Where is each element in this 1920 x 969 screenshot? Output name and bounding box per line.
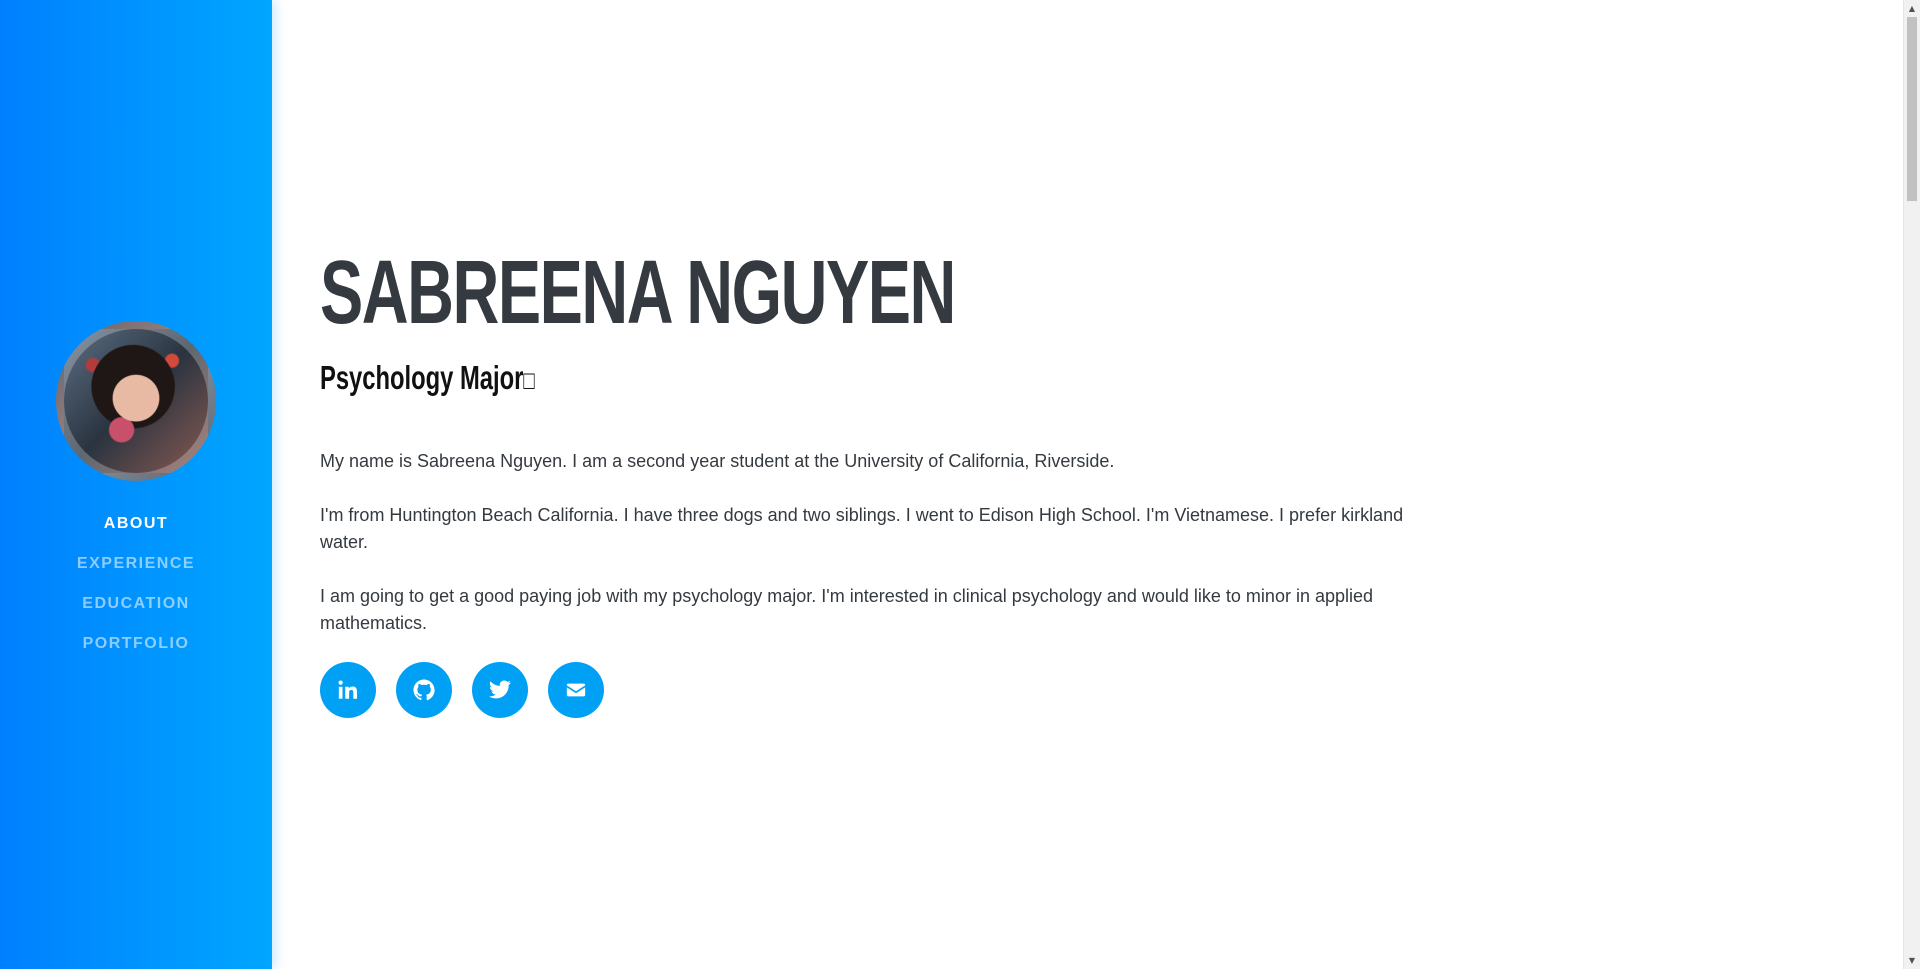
github-button[interactable] (396, 662, 452, 718)
envelope-icon (566, 683, 586, 697)
bio: My name is Sabreena Nguyen. I am a secon… (320, 448, 1420, 664)
subtitle: Psychology Major□ (320, 358, 535, 400)
profile-avatar (56, 321, 216, 481)
bio-paragraph: I am going to get a good paying job with… (320, 586, 1374, 633)
social-links (320, 662, 604, 718)
subtitle-text: Psychology Major (320, 359, 524, 396)
github-icon (413, 679, 435, 701)
twitter-icon (489, 680, 511, 699)
sidebar: ABOUT EXPERIENCE EDUCATION PORTFOLIO (0, 0, 272, 969)
bio-paragraph: My name is Sabreena Nguyen. I am a secon… (320, 451, 1115, 471)
email-button[interactable] (548, 662, 604, 718)
nav-item-education[interactable]: EDUCATION (0, 584, 272, 624)
scroll-down-arrow-icon[interactable]: ▼ (1904, 952, 1920, 969)
vertical-scrollbar[interactable]: ▲ ▼ (1903, 0, 1920, 969)
linkedin-icon (338, 680, 357, 699)
nav-item-experience[interactable]: EXPERIENCE (0, 544, 272, 584)
linkedin-button[interactable] (320, 662, 376, 718)
nav-item-about[interactable]: ABOUT (0, 504, 272, 544)
page-title: SABREENA NGUYEN (320, 243, 956, 343)
scroll-thumb[interactable] (1907, 17, 1917, 201)
bio-paragraph: I'm from Huntington Beach California. I … (320, 505, 1404, 552)
twitter-button[interactable] (472, 662, 528, 718)
scroll-up-arrow-icon[interactable]: ▲ (1904, 0, 1920, 17)
sidebar-nav: ABOUT EXPERIENCE EDUCATION PORTFOLIO (0, 504, 272, 664)
nav-item-portfolio[interactable]: PORTFOLIO (0, 624, 272, 664)
missing-glyph: □ (523, 365, 535, 395)
